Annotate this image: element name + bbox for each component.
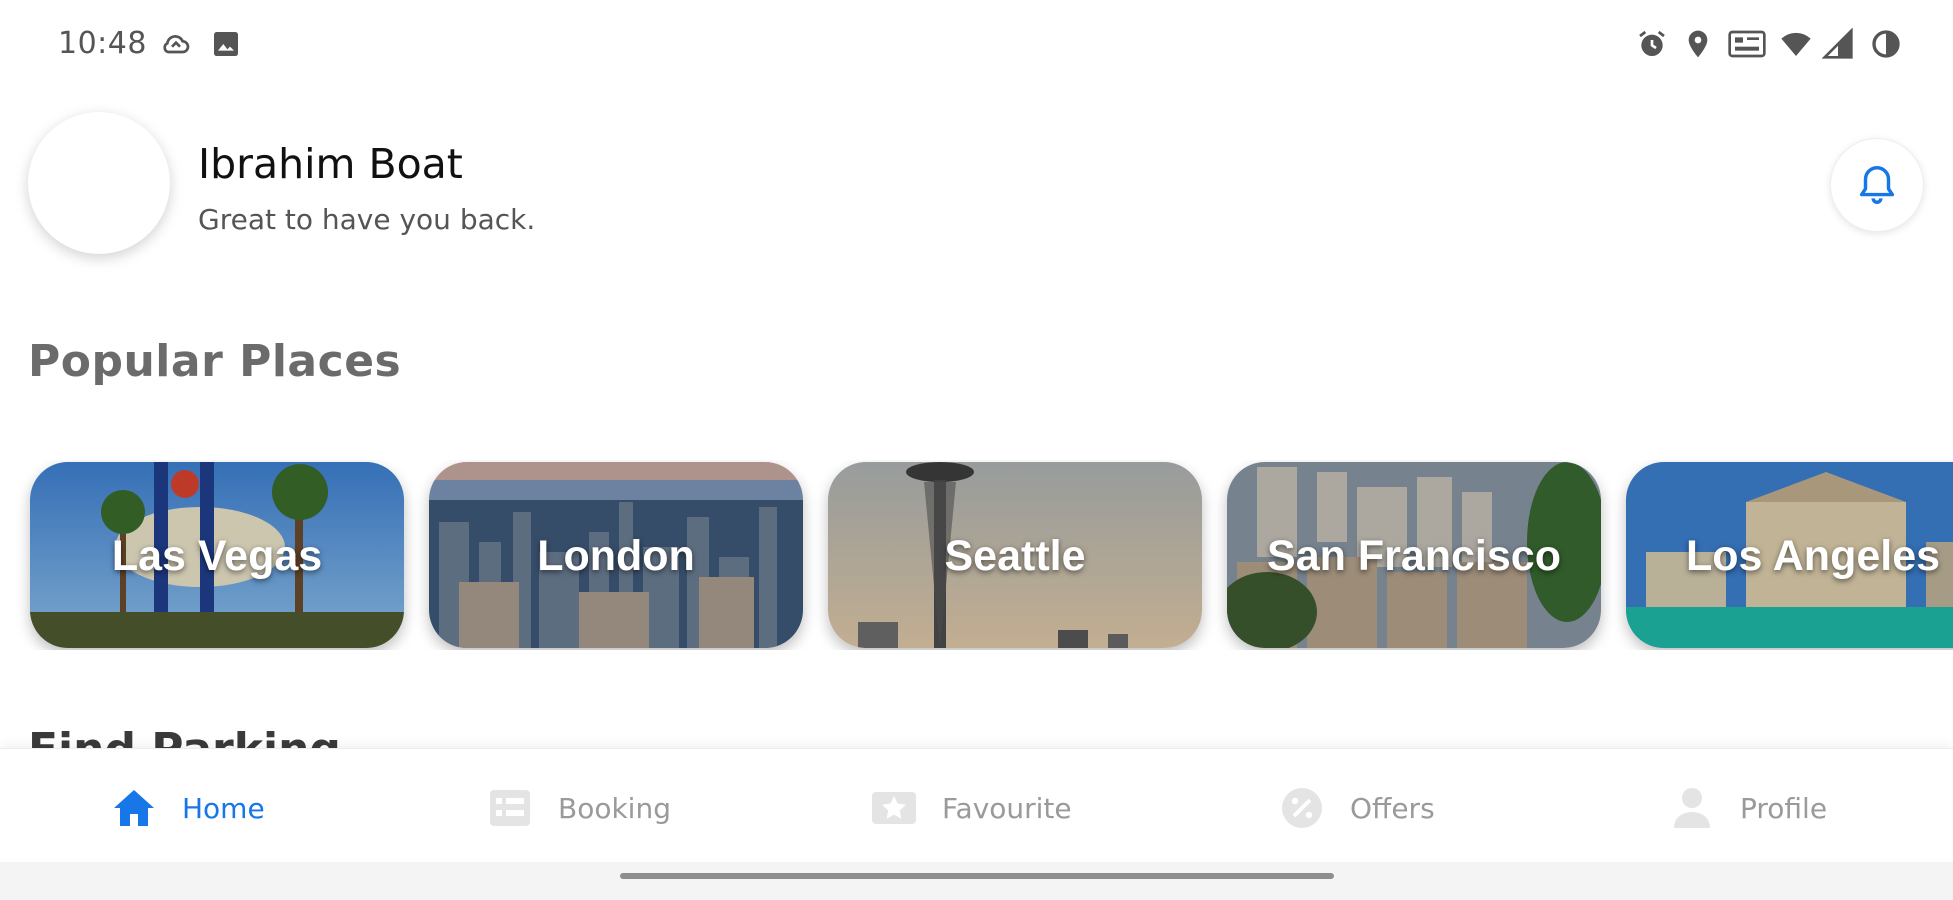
popular-places-carousel[interactable]: Las Vegas London Seattle San Francisco L… bbox=[0, 460, 1953, 650]
bell-icon bbox=[1859, 166, 1895, 204]
place-label: Las Vegas bbox=[111, 532, 323, 580]
battery-icon bbox=[1870, 28, 1902, 60]
nav-label: Profile bbox=[1740, 791, 1828, 825]
nav-home[interactable]: Home bbox=[110, 783, 265, 833]
nav-label: Favourite bbox=[942, 791, 1072, 825]
popular-places-title: Popular Places bbox=[28, 336, 402, 387]
home-icon bbox=[114, 790, 154, 826]
find-parking-title: Find Parking bbox=[28, 724, 341, 748]
nav-label: Home bbox=[182, 791, 265, 825]
percent-icon bbox=[1282, 788, 1322, 828]
list-icon bbox=[490, 790, 530, 826]
home-gesture-bar[interactable] bbox=[620, 873, 1334, 879]
location-icon bbox=[1682, 28, 1714, 60]
nav-profile[interactable]: Profile bbox=[1668, 783, 1827, 833]
person-icon bbox=[1674, 788, 1710, 828]
status-time: 10:48 bbox=[58, 26, 147, 61]
alarm-icon bbox=[1636, 28, 1668, 60]
nav-booking[interactable]: Booking bbox=[486, 783, 671, 833]
nav-label: Offers bbox=[1350, 791, 1435, 825]
place-card-san-francisco[interactable]: San Francisco bbox=[1227, 462, 1601, 648]
status-bar: 10:48 bbox=[0, 0, 1953, 88]
gesture-area bbox=[0, 862, 1953, 900]
place-label: Los Angeles bbox=[1685, 532, 1941, 580]
wifi-icon bbox=[1780, 28, 1812, 60]
place-card-las-vegas[interactable]: Las Vegas bbox=[30, 462, 404, 648]
place-card-seattle[interactable]: Seattle bbox=[828, 462, 1202, 648]
notifications-button[interactable] bbox=[1830, 138, 1924, 232]
nav-offers[interactable]: Offers bbox=[1278, 783, 1435, 833]
place-card-los-angeles[interactable]: Los Angeles bbox=[1626, 462, 1953, 648]
bottom-navigation: Home Booking Favourite Offers Profile bbox=[0, 748, 1953, 862]
nav-favourite[interactable]: Favourite bbox=[870, 783, 1072, 833]
image-icon bbox=[210, 28, 242, 60]
cloud-sync-icon bbox=[160, 28, 192, 60]
nav-label: Booking bbox=[558, 791, 671, 825]
avatar[interactable] bbox=[28, 112, 170, 254]
place-label: London bbox=[537, 532, 695, 580]
star-icon bbox=[872, 792, 916, 824]
place-card-london[interactable]: London bbox=[429, 462, 803, 648]
place-label: San Francisco bbox=[1267, 532, 1561, 580]
greeting-text: Great to have you back. bbox=[198, 203, 536, 236]
signal-icon bbox=[1821, 27, 1854, 60]
nfc-icon bbox=[1728, 28, 1766, 60]
user-name: Ibrahim Boat bbox=[198, 140, 463, 188]
place-label: Seattle bbox=[944, 532, 1086, 580]
